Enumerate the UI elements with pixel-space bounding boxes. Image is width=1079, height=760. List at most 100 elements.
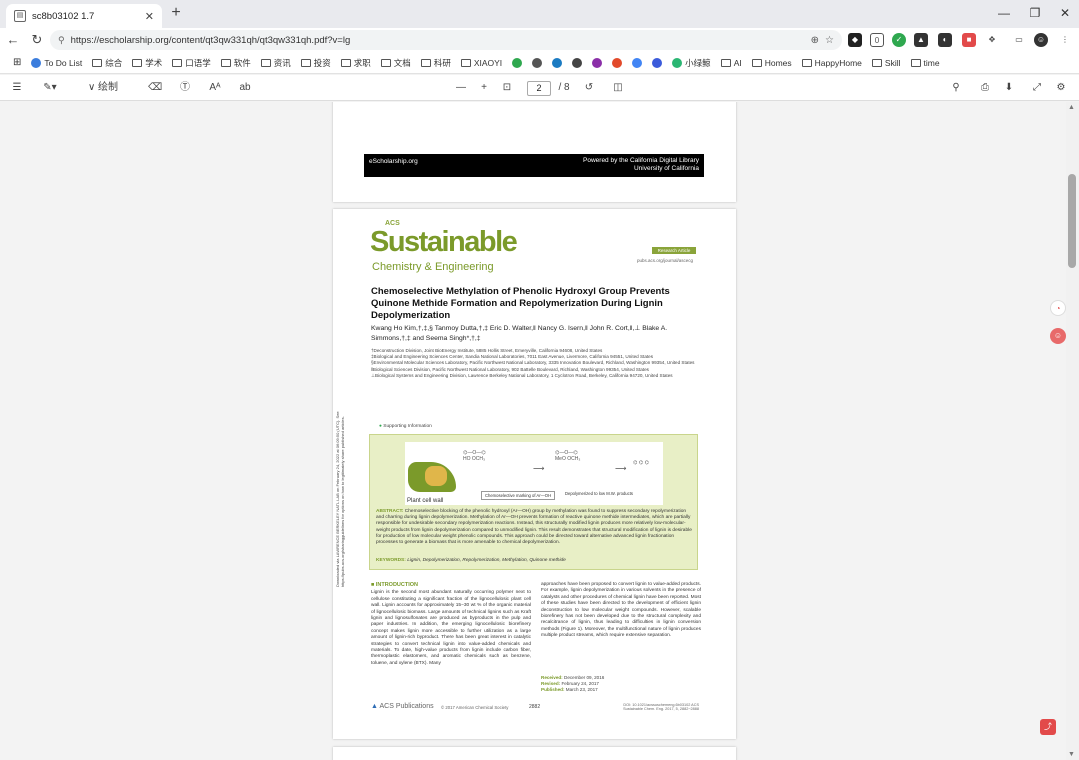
extensions-puzzle-icon[interactable]: ✥ bbox=[985, 33, 999, 47]
rotate-icon[interactable]: ↺ bbox=[582, 80, 596, 96]
fit-page-icon[interactable]: ⊡ bbox=[500, 80, 514, 96]
expand-icon[interactable]: ⤢ bbox=[1030, 80, 1044, 96]
floating-pdf-tool-icon[interactable]: ⤴ bbox=[1040, 719, 1056, 735]
bookmark-item[interactable] bbox=[627, 54, 647, 72]
back-arrow-icon[interactable]: ← bbox=[4, 31, 22, 49]
bookmark-item[interactable]: Homes bbox=[747, 54, 797, 72]
bookmark-item[interactable]: 求职 bbox=[336, 54, 376, 72]
scroll-up-icon[interactable]: ▲ bbox=[1068, 104, 1075, 111]
highlight-tool-icon[interactable]: ✎▾ bbox=[38, 80, 62, 96]
close-tab-icon[interactable]: ✕ bbox=[145, 10, 154, 23]
acs-publications-logo: ▲ ACS Publications bbox=[371, 703, 434, 710]
vertical-scrollbar[interactable]: ▲ ▼ bbox=[1066, 102, 1079, 760]
extension-icon-2[interactable]: 0 bbox=[870, 33, 884, 47]
bookmark-label: 求职 bbox=[353, 57, 371, 68]
two-page-view-icon[interactable]: ◫ bbox=[611, 80, 625, 96]
zoom-in-icon[interactable]: + bbox=[477, 80, 491, 96]
bookmark-label: time bbox=[923, 57, 940, 68]
omnibox[interactable]: ⚲ https://escholarship.org/content/qt3qw… bbox=[50, 30, 842, 50]
reaction-arrow-icon: ⟶ bbox=[533, 464, 545, 473]
plant-cell-wall-graphic-inner bbox=[425, 466, 447, 486]
eraser-icon[interactable]: ⌫ bbox=[148, 80, 162, 96]
bookmark-item[interactable]: ⊞ bbox=[8, 54, 26, 72]
extension-icon-4[interactable]: ▲ bbox=[914, 33, 928, 47]
folder-icon bbox=[460, 58, 471, 67]
bookmark-item[interactable] bbox=[507, 54, 527, 72]
text-tool-icon[interactable]: Ⓣ bbox=[178, 80, 192, 96]
bookmark-item[interactable]: 综合 bbox=[87, 54, 127, 72]
reload-icon[interactable]: ↻ bbox=[28, 31, 46, 49]
site-favicon-icon bbox=[532, 57, 543, 68]
url-text[interactable]: https://escholarship.org/content/qt3qw33… bbox=[71, 35, 805, 46]
folder-icon bbox=[871, 58, 882, 67]
received-label: Received: bbox=[541, 675, 563, 680]
journal-url[interactable]: pubs.acs.org/journal/ascecg bbox=[637, 258, 693, 263]
bookmark-item[interactable]: 口语学 bbox=[167, 54, 216, 72]
profile-avatar[interactable]: ☺ bbox=[1034, 33, 1048, 47]
bookmark-item[interactable]: 科研 bbox=[416, 54, 456, 72]
folder-icon bbox=[300, 58, 311, 67]
scroll-down-icon[interactable]: ▼ bbox=[1068, 751, 1075, 758]
bookmark-item[interactable]: AI bbox=[716, 54, 747, 72]
site-info-icon[interactable]: ⚲ bbox=[58, 35, 65, 46]
search-icon[interactable]: ⚲ bbox=[949, 80, 963, 96]
read-aloud-icon[interactable]: Aᴬ bbox=[206, 80, 224, 96]
zoom-out-icon[interactable]: — bbox=[454, 80, 468, 96]
footer-right: Powered by the California Digital Librar… bbox=[583, 157, 699, 173]
affiliation-line: ⊥Biological Systems and Engineering Divi… bbox=[371, 372, 673, 378]
bookmark-item[interactable]: 资讯 bbox=[256, 54, 296, 72]
bookmark-item[interactable]: 小绿鲸 bbox=[667, 54, 716, 72]
menu-kebab-icon[interactable]: ⋮ bbox=[1058, 33, 1072, 47]
page-number-input[interactable]: 2 bbox=[527, 81, 551, 96]
bookmark-item[interactable] bbox=[547, 54, 567, 72]
bookmark-item[interactable] bbox=[607, 54, 627, 72]
folder-icon bbox=[92, 58, 103, 67]
tab-active[interactable]: ▤ sc8b03102 1.7 ✕ bbox=[6, 4, 162, 28]
draw-tool-button[interactable]: ∨ 绘制 bbox=[82, 80, 124, 96]
bookmark-item[interactable] bbox=[587, 54, 607, 72]
draw-label: 绘制 bbox=[98, 82, 119, 93]
new-tab-icon[interactable]: + bbox=[168, 5, 184, 21]
bookmark-star-icon[interactable]: ☆ bbox=[825, 35, 834, 46]
bookmark-item[interactable]: To Do List bbox=[26, 54, 87, 72]
scrollbar-thumb[interactable] bbox=[1068, 174, 1076, 268]
site-favicon-icon bbox=[652, 57, 663, 68]
page-doi[interactable]: DOI: 10.1021/acssuschemeng.6b03102 ACS S… bbox=[619, 703, 699, 711]
bookmark-item[interactable]: Skill bbox=[867, 54, 906, 72]
print-icon[interactable]: ⎙ bbox=[978, 80, 992, 96]
bookmark-item[interactable]: 软件 bbox=[216, 54, 256, 72]
minimize-icon[interactable]: — bbox=[994, 3, 1014, 23]
bookmark-item[interactable]: 文档 bbox=[376, 54, 416, 72]
bookmark-label: 学术 bbox=[145, 57, 163, 68]
floating-translate-icon[interactable]: ☺ bbox=[1050, 328, 1066, 344]
bookmark-item[interactable]: time bbox=[906, 54, 945, 72]
pdf-extension-icon[interactable]: ■ bbox=[962, 33, 976, 47]
bookmark-item[interactable]: 学术 bbox=[127, 54, 167, 72]
extension-icon-1[interactable]: ◆ bbox=[848, 33, 862, 47]
outline-menu-icon[interactable]: ☰ bbox=[10, 80, 24, 96]
footer-left: eScholarship.org bbox=[369, 158, 418, 165]
apps-icon: ⊞ bbox=[13, 57, 22, 68]
article-dates: Received: December 09, 2016 Revised: Feb… bbox=[541, 675, 604, 694]
floating-assistant-icon[interactable]: ◔ bbox=[1050, 300, 1066, 316]
pdf-viewer[interactable]: eScholarship.org Powered by the Californ… bbox=[0, 102, 1066, 760]
bookmark-item[interactable] bbox=[647, 54, 667, 72]
lignin-structure-graphic: ⌬—O—⌬ HO OCH₃ bbox=[463, 450, 486, 462]
restore-icon[interactable]: ❐ bbox=[1025, 3, 1045, 23]
bookmark-item[interactable]: HappyHome bbox=[797, 54, 867, 72]
close-window-icon[interactable]: ✕ bbox=[1055, 3, 1075, 23]
translate-icon[interactable]: ab bbox=[236, 80, 254, 96]
supporting-info-link[interactable]: ● Supporting Information bbox=[379, 424, 432, 429]
intro-right-text: approaches have been proposed to convert… bbox=[541, 582, 701, 639]
bookmark-item[interactable] bbox=[527, 54, 547, 72]
bookmark-item[interactable]: XIAOYI bbox=[456, 54, 507, 72]
save-icon[interactable]: ⬇ bbox=[1002, 80, 1016, 96]
bookmark-item[interactable] bbox=[567, 54, 587, 72]
sidebar-toggle-icon[interactable]: ▭ bbox=[1012, 33, 1026, 47]
extension-icon-3[interactable]: ✓ bbox=[892, 33, 906, 47]
bookmark-item[interactable]: 投资 bbox=[296, 54, 336, 72]
settings-gear-icon[interactable]: ⚙ bbox=[1054, 80, 1068, 96]
bookmark-label: 文档 bbox=[393, 57, 411, 68]
extension-icon-5[interactable]: ◐ bbox=[938, 33, 952, 47]
zoom-search-icon[interactable]: ⊕ bbox=[811, 35, 819, 46]
